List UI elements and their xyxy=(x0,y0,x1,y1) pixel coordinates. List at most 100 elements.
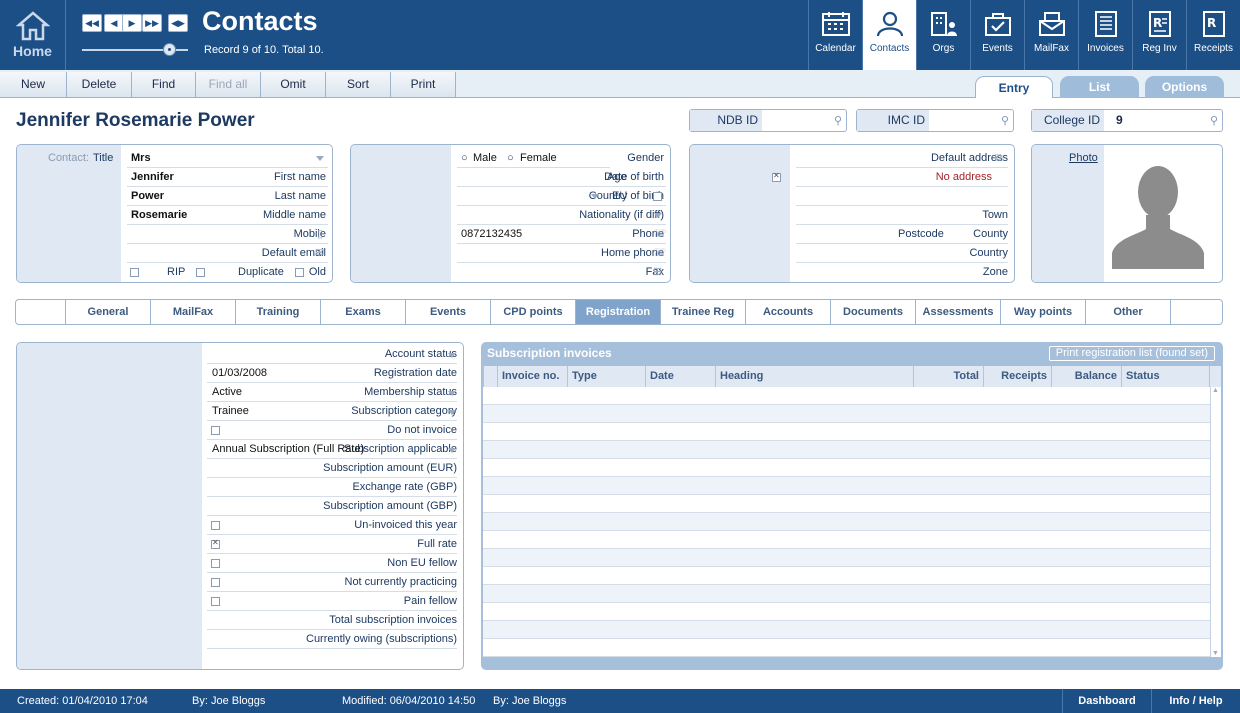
module-orgs[interactable]: Orgs xyxy=(916,0,970,70)
phone-icon[interactable]: ☏ xyxy=(653,225,667,244)
goto-record-button[interactable]: ◀▶ xyxy=(168,14,188,32)
table-row[interactable] xyxy=(483,585,1210,603)
chevron-down-icon[interactable] xyxy=(654,213,662,218)
column-header[interactable]: Invoice no. xyxy=(497,366,567,387)
print-button[interactable]: Print xyxy=(391,72,456,97)
registration-checkbox[interactable] xyxy=(211,578,220,587)
tab-list[interactable]: List xyxy=(1060,76,1139,98)
column-header[interactable]: Date xyxy=(645,366,715,387)
module-receipts[interactable]: R Receipts xyxy=(1186,0,1240,70)
rip-checkbox[interactable] xyxy=(196,268,205,277)
tab-accounts[interactable]: Accounts xyxy=(746,300,831,324)
phone-field[interactable]: 0872132435 xyxy=(461,225,522,244)
tab-mailfax[interactable]: MailFax xyxy=(151,300,236,324)
tab-events[interactable]: Events xyxy=(406,300,491,324)
column-header-spacer[interactable] xyxy=(483,366,497,387)
table-row[interactable] xyxy=(483,603,1210,621)
tab-trainee-reg[interactable]: Trainee Reg xyxy=(661,300,746,324)
column-header[interactable]: Type xyxy=(567,366,645,387)
table-row[interactable] xyxy=(483,531,1210,549)
middle-name-field[interactable]: Rosemarie xyxy=(131,206,187,225)
radio-female[interactable]: ○ xyxy=(507,149,514,168)
column-header[interactable]: Status xyxy=(1121,366,1209,387)
table-row[interactable] xyxy=(483,639,1210,657)
photo-link[interactable]: Photo xyxy=(1069,149,1098,168)
module-mailfax[interactable]: MailFax xyxy=(1024,0,1078,70)
table-row[interactable] xyxy=(483,387,1210,405)
copy-icon[interactable]: ⧉ xyxy=(995,149,1003,168)
old-checkbox[interactable] xyxy=(130,268,139,277)
column-header[interactable]: Balance xyxy=(1051,366,1121,387)
registration-checkbox[interactable] xyxy=(211,559,220,568)
module-reginv[interactable]: R Reg Inv xyxy=(1132,0,1186,70)
module-invoices[interactable]: Invoices xyxy=(1078,0,1132,70)
email-icon[interactable]: ✉ xyxy=(315,244,324,263)
scrollbar[interactable]: ▲ ▼ xyxy=(1210,387,1221,657)
table-row[interactable] xyxy=(483,459,1210,477)
chevron-down-icon[interactable] xyxy=(591,194,599,199)
tab-registration[interactable]: Registration xyxy=(576,300,661,324)
search-icon[interactable]: ⚲ xyxy=(1210,114,1218,127)
registration-field-value[interactable]: 01/03/2008 xyxy=(212,364,267,383)
tab-documents[interactable]: Documents xyxy=(831,300,916,324)
eu-checkbox[interactable] xyxy=(653,192,662,201)
column-header-spacer[interactable] xyxy=(1209,366,1221,387)
tab-exams[interactable]: Exams xyxy=(321,300,406,324)
imc-id-field[interactable]: IMC ID ⚲ xyxy=(856,109,1014,132)
new-button[interactable]: New xyxy=(0,72,67,97)
tab-options[interactable]: Options xyxy=(1145,76,1224,98)
title-field[interactable]: Mrs xyxy=(131,149,151,168)
column-header[interactable]: Heading xyxy=(715,366,913,387)
chevron-down-icon[interactable] xyxy=(316,156,324,161)
registration-field-value[interactable]: Active xyxy=(212,383,242,402)
tab-general[interactable]: General xyxy=(66,300,151,324)
record-slider-knob[interactable] xyxy=(163,43,176,56)
home-button[interactable]: Home xyxy=(0,0,66,70)
omit-button[interactable]: Omit xyxy=(261,72,326,97)
registration-checkbox[interactable] xyxy=(211,521,220,530)
table-row[interactable] xyxy=(483,549,1210,567)
dashboard-button[interactable]: Dashboard xyxy=(1062,689,1151,713)
find-all-button[interactable]: Find all xyxy=(196,72,261,97)
first-name-field[interactable]: Jennifer xyxy=(131,168,174,187)
module-calendar[interactable]: Calendar xyxy=(808,0,862,70)
registration-checkbox[interactable] xyxy=(211,538,220,549)
college-id-field[interactable]: College ID 9 ⚲ xyxy=(1031,109,1223,132)
last-record-button[interactable]: ▶▶ xyxy=(142,14,162,32)
registration-checkbox[interactable] xyxy=(211,597,220,606)
phone-icon[interactable]: ▯ xyxy=(317,225,323,244)
scroll-down-icon[interactable]: ▼ xyxy=(1212,650,1219,657)
fax-icon[interactable]: ⊞ xyxy=(653,263,662,282)
no-address-checkbox[interactable] xyxy=(772,171,781,182)
search-icon[interactable]: ⚲ xyxy=(1001,114,1009,127)
radio-male[interactable]: ○ xyxy=(461,149,468,168)
table-row[interactable] xyxy=(483,513,1210,531)
tab-training[interactable]: Training xyxy=(236,300,321,324)
scroll-up-icon[interactable]: ▲ xyxy=(1212,387,1219,394)
tab-entry[interactable]: Entry xyxy=(975,76,1053,98)
search-icon[interactable]: ⚲ xyxy=(834,114,842,127)
phone-icon[interactable]: ☏ xyxy=(653,244,667,263)
chevron-down-icon[interactable] xyxy=(448,353,456,358)
last-name-field[interactable]: Power xyxy=(131,187,164,206)
tab-way-points[interactable]: Way points xyxy=(1001,300,1086,324)
registration-checkbox[interactable] xyxy=(211,426,220,435)
avatar[interactable] xyxy=(1112,159,1204,269)
module-contacts[interactable]: Contacts xyxy=(862,0,916,70)
chevron-down-icon[interactable] xyxy=(448,391,456,396)
table-row[interactable] xyxy=(483,441,1210,459)
sort-button[interactable]: Sort xyxy=(326,72,391,97)
print-registration-list-button[interactable]: Print registration list (found set) xyxy=(1048,346,1215,361)
table-row[interactable] xyxy=(483,477,1210,495)
duplicate-checkbox[interactable] xyxy=(295,268,304,277)
chevron-down-icon[interactable] xyxy=(448,448,456,453)
table-row[interactable] xyxy=(483,621,1210,639)
ndb-id-field[interactable]: NDB ID ⚲ xyxy=(689,109,847,132)
tab-other[interactable]: Other xyxy=(1086,300,1171,324)
registration-field-value[interactable]: Trainee xyxy=(212,402,249,421)
next-record-button[interactable]: ▶ xyxy=(122,14,142,32)
first-record-button[interactable]: ◀◀ xyxy=(82,14,102,32)
module-events[interactable]: Events xyxy=(970,0,1024,70)
table-row[interactable] xyxy=(483,423,1210,441)
column-header[interactable]: Total xyxy=(913,366,983,387)
